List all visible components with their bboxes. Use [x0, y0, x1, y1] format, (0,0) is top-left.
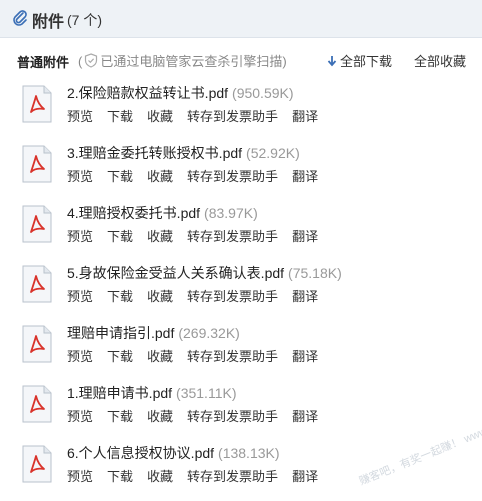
attachment-item: 6.个人信息授权协议.pdf (138.13K) 预览 下载 收藏 转存到发票助手 翻译 — [0, 440, 482, 500]
preview-link[interactable]: 预览 — [67, 349, 93, 364]
favorite-link[interactable]: 收藏 — [147, 229, 173, 244]
favorite-link[interactable]: 收藏 — [147, 409, 173, 424]
download-link[interactable]: 下载 — [107, 229, 133, 244]
save-to-invoice-link[interactable]: 转存到发票助手 — [187, 289, 278, 304]
attachment-actions: 预览 下载 收藏 转存到发票助手 翻译 — [67, 346, 332, 365]
normal-attachments-label: 普通附件 — [17, 55, 70, 70]
favorite-link[interactable]: 收藏 — [147, 109, 173, 124]
pdf-file-icon[interactable] — [20, 84, 54, 124]
preview-link[interactable]: 预览 — [67, 169, 93, 184]
download-link[interactable]: 下载 — [107, 109, 133, 124]
attachment-item: 2.保险赔款权益转让书.pdf (950.59K) 预览 下载 收藏 转存到发票助手 翻译 — [0, 80, 482, 140]
save-to-invoice-link[interactable]: 转存到发票助手 — [187, 469, 278, 484]
file-size: (269.32K) — [178, 325, 240, 341]
filename-text[interactable]: 2.保险赔款权益转让书.pdf — [67, 85, 228, 101]
pdf-file-icon[interactable] — [20, 264, 54, 304]
attachment-filename[interactable]: 1.理赔申请书.pdf (351.11K) — [67, 383, 236, 403]
attachment-item: 4.理赔授权委托书.pdf (83.97K) 预览 下载 收藏 转存到发票助手 翻译 — [0, 200, 482, 260]
translate-link[interactable]: 翻译 — [292, 169, 318, 184]
pdf-file-icon[interactable] — [20, 384, 54, 424]
attachment-actions: 预览 下载 收藏 转存到发票助手 翻译 — [67, 406, 332, 425]
file-size: (351.11K) — [176, 385, 237, 401]
attachment-filename[interactable]: 3.理赔金委托转账授权书.pdf (52.92K) — [67, 143, 300, 163]
favorite-link[interactable]: 收藏 — [147, 289, 173, 304]
preview-link[interactable]: 预览 — [67, 469, 93, 484]
favorite-link[interactable]: 收藏 — [147, 169, 173, 184]
attachment-actions: 预览 下载 收藏 转存到发票助手 翻译 — [67, 226, 332, 245]
attachments-title: 附件 — [32, 14, 65, 31]
preview-link[interactable]: 预览 — [67, 409, 93, 424]
shield-icon — [85, 53, 98, 68]
preview-link[interactable]: 预览 — [67, 109, 93, 124]
file-size: (950.59K) — [232, 85, 294, 101]
file-size: (75.18K) — [288, 265, 342, 281]
filename-text[interactable]: 理赔申请指引.pdf — [67, 325, 174, 341]
translate-link[interactable]: 翻译 — [292, 469, 318, 484]
file-size: (138.13K) — [218, 445, 280, 461]
attachment-item: 5.身故保险金受益人关系确认表.pdf (75.18K) 预览 下载 收藏 转存到发票助手… — [0, 260, 482, 320]
translate-link[interactable]: 翻译 — [292, 409, 318, 424]
favorite-link[interactable]: 收藏 — [147, 349, 173, 364]
save-to-invoice-link[interactable]: 转存到发票助手 — [187, 409, 278, 424]
download-link[interactable]: 下载 — [107, 469, 133, 484]
attachment-actions: 预览 下载 收藏 转存到发票助手 翻译 — [67, 166, 332, 185]
filename-text[interactable]: 6.个人信息授权协议.pdf — [67, 445, 214, 461]
file-size: (83.97K) — [204, 205, 258, 221]
attachment-actions: 预览 下载 收藏 转存到发票助手 翻译 — [67, 286, 332, 305]
favorite-link[interactable]: 收藏 — [147, 469, 173, 484]
favorite-all-button[interactable]: 全部收藏 — [414, 51, 466, 70]
pdf-file-icon[interactable] — [20, 444, 54, 484]
save-to-invoice-link[interactable]: 转存到发票助手 — [187, 229, 278, 244]
paperclip-icon — [13, 10, 27, 26]
pdf-file-icon[interactable] — [20, 324, 54, 364]
attachment-filename[interactable]: 6.个人信息授权协议.pdf (138.13K) — [67, 443, 280, 463]
translate-link[interactable]: 翻译 — [292, 109, 318, 124]
download-arrow-icon — [327, 56, 337, 67]
file-size: (52.92K) — [246, 145, 300, 161]
preview-link[interactable]: 预览 — [67, 229, 93, 244]
attachment-item: 1.理赔申请书.pdf (351.11K) 预览 下载 收藏 转存到发票助手 翻译 — [0, 380, 482, 440]
filename-text[interactable]: 3.理赔金委托转账授权书.pdf — [67, 145, 242, 161]
translate-link[interactable]: 翻译 — [292, 229, 318, 244]
attachment-filename[interactable]: 5.身故保险金受益人关系确认表.pdf (75.18K) — [67, 263, 342, 283]
pdf-file-icon[interactable] — [20, 144, 54, 184]
download-link[interactable]: 下载 — [107, 169, 133, 184]
attachment-actions: 预览 下载 收藏 转存到发票助手 翻译 — [67, 466, 332, 485]
save-to-invoice-link[interactable]: 转存到发票助手 — [187, 109, 278, 124]
attachments-count: (7 个) — [67, 12, 102, 28]
attachment-filename[interactable]: 理赔申请指引.pdf (269.32K) — [67, 323, 240, 343]
attachment-item: 3.理赔金委托转账授权书.pdf (52.92K) 预览 下载 收藏 转存到发票助手 翻译 — [0, 140, 482, 200]
download-link[interactable]: 下载 — [107, 349, 133, 364]
attachments-toolbar: 普通附件 (已通过电脑管家云查杀引擎扫描) 全部下载 全部收藏 — [0, 44, 482, 72]
download-all-button[interactable]: 全部下载 — [327, 51, 392, 70]
filename-text[interactable]: 1.理赔申请书.pdf — [67, 385, 172, 401]
scan-notice: (已通过电脑管家云查杀引擎扫描) — [78, 53, 287, 69]
filename-text[interactable]: 4.理赔授权委托书.pdf — [67, 205, 200, 221]
filename-text[interactable]: 5.身故保险金受益人关系确认表.pdf — [67, 265, 284, 281]
attachment-filename[interactable]: 2.保险赔款权益转让书.pdf (950.59K) — [67, 83, 294, 103]
attachment-filename[interactable]: 4.理赔授权委托书.pdf (83.97K) — [67, 203, 258, 223]
save-to-invoice-link[interactable]: 转存到发票助手 — [187, 169, 278, 184]
download-link[interactable]: 下载 — [107, 409, 133, 424]
attachment-item: 理赔申请指引.pdf (269.32K) 预览 下载 收藏 转存到发票助手 翻译 — [0, 320, 482, 380]
attachment-actions: 预览 下载 收藏 转存到发票助手 翻译 — [67, 106, 332, 125]
attachments-header: 附件 (7 个) — [0, 0, 482, 38]
pdf-file-icon[interactable] — [20, 204, 54, 244]
save-to-invoice-link[interactable]: 转存到发票助手 — [187, 349, 278, 364]
preview-link[interactable]: 预览 — [67, 289, 93, 304]
translate-link[interactable]: 翻译 — [292, 349, 318, 364]
download-link[interactable]: 下载 — [107, 289, 133, 304]
translate-link[interactable]: 翻译 — [292, 289, 318, 304]
